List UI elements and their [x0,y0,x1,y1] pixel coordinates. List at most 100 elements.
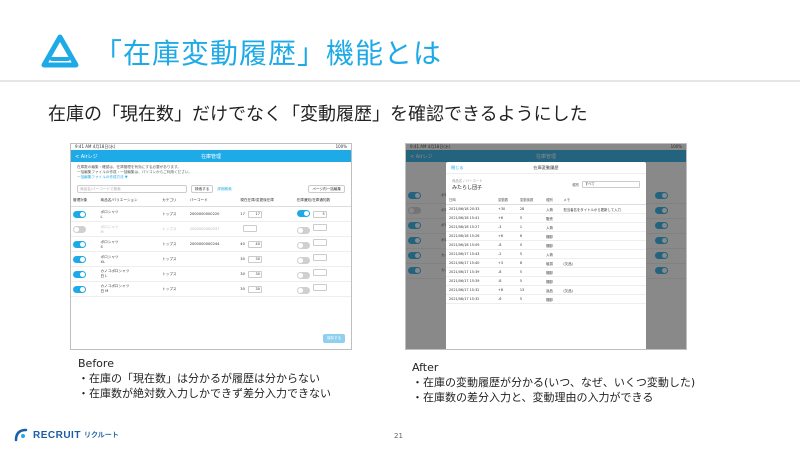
table-row: カノコボロシャツ白 L トップス 30 30 [71,266,351,282]
back-button[interactable]: < Airレジ [75,153,98,160]
history-delta: -2 [495,249,517,259]
manage-toggle[interactable] [73,285,86,293]
new-stock-input[interactable]: 30 [247,255,262,263]
notify-toggle[interactable] [296,226,310,234]
history-row: 2021/06/18 15:27 -3 1 入荷 [446,222,646,232]
table-row: ボロシャツ M トップス 2000000000037 [71,221,351,237]
history-after: 5 [516,249,544,259]
close-button[interactable]: 閉じる [451,165,464,171]
history-date: 2021/06/18 15:26 [446,231,496,241]
history-row: 2021/06/17 15:39 -8 5 棚卸 [446,267,646,277]
history-delta: -8 [495,276,517,286]
notify-count-input[interactable] [312,269,327,277]
variant: 白 M [100,289,109,293]
current-stock: 17 [240,211,245,216]
search-input[interactable]: 商品名/バーコードで検索 [77,185,187,193]
history-after: 5 [516,267,544,277]
barcode: 2000000000244 [187,236,239,252]
new-stock-input[interactable]: 17 [247,210,262,218]
notify-count-input[interactable] [312,254,327,262]
manage-toggle[interactable] [73,225,86,233]
save-button[interactable]: 保存する [323,334,345,343]
variant: XL [100,259,106,264]
history-row: 2021/06/17 15:32 -6 5 棚卸 [446,294,646,304]
search-button[interactable]: 検索する [191,185,214,193]
history-delta: -8 [495,240,517,250]
new-stock-input[interactable]: 30 [247,270,262,278]
history-modal: 閉じる 在庫変動履歴 商品名 / バーコード みたらし団子 種別 すべて 日時変… [446,162,646,349]
history-column-header: 日時 [446,195,496,205]
manage-toggle[interactable] [73,240,86,248]
barcode: 2000000000037 [187,221,239,237]
history-delta: -6 [495,294,517,304]
page-number: 21 [394,432,403,440]
history-delta: +30 [495,204,517,214]
detail-search-link[interactable]: 詳細検索 [217,187,231,192]
slide-title: 「在庫変動履歴」機能とは [94,37,443,70]
bulk-edit-button[interactable]: ページ内一括編集 [308,185,345,193]
column-header: 現在在庫/変更後在庫 [238,195,295,207]
new-stock-input[interactable] [243,225,258,232]
category: トップス [160,266,188,282]
history-row: 2021/06/17 15:43 -2 5 入荷 [446,249,646,259]
bulk-file-help-link[interactable]: 一括編集ファイルの作成方法 ▼ [77,175,345,180]
column-header: 管理対象 [71,195,99,207]
category: トップス [160,221,188,237]
history-type: 返品 [543,285,561,295]
history-table: 日時 変動数 変動後数 種別 メモ 2021/06/18 20:33 +30 28 入荷 担当者… [446,195,646,304]
notify-toggle[interactable] [296,241,310,249]
table-row: ボロシャツ XL トップス 30 30 [71,251,351,267]
search-toolbar: 商品名/バーコードで検索 検索する 詳細検索 ページ内一括編集 [71,183,351,195]
category: トップス [160,251,188,267]
notify-count-input[interactable] [312,284,327,292]
before-caption: Before ・在庫の「現在数」は分かるが履歴は分からない ・在庫数が絶対数入力… [78,357,331,400]
history-date: 2021/06/18 15:09 [446,240,496,250]
description: 在庫数の編集・確認は、在庫管理を有効にする必要があります。 一括編集ファイルの作… [71,162,351,183]
after-caption: After ・在庫の変動履歴が分かる(いつ、なぜ、いくつ変動した) ・在庫数の差… [412,361,696,404]
history-memo [560,222,646,232]
barcode [187,266,239,282]
manage-toggle[interactable] [73,255,86,263]
history-memo [560,276,646,286]
history-type: 棚卸 [543,240,561,250]
triangle-logo-icon [41,34,79,68]
screen-title: 在庫管理 [200,153,221,160]
history-delta: -3 [495,222,517,232]
notify-count-input[interactable]: 5 [312,210,327,218]
notify-toggle[interactable] [296,286,310,294]
notify-toggle[interactable] [296,210,310,218]
notify-count-input[interactable] [312,239,327,247]
manage-toggle[interactable] [73,210,86,218]
table-row: カノコボロシャツ白 M トップス 30 30 [71,281,351,297]
history-row: 2021/06/18 15:41 +6 5 販売 [446,213,646,223]
history-memo [560,294,646,304]
history-after: 8 [516,258,544,268]
type-filter-select[interactable]: すべて [582,181,640,188]
notify-toggle[interactable] [296,271,310,279]
notify-toggle[interactable] [296,256,310,264]
history-after: 13 [516,285,544,295]
history-after: 5 [516,213,544,223]
history-memo [560,240,646,250]
history-row: 2021/06/17 15:32 +8 13 返品 (欠品) [446,285,646,295]
variant: 白 L [100,274,108,278]
new-stock-input[interactable]: 40 [247,240,262,248]
after-screenshot: 9:41 AM 4月18日(水) 100% < Airレジ 在庫管理 ボロシャツ… [405,143,687,350]
history-row: 2021/06/17 15:40 +3 8 破損 (欠品) [446,258,646,268]
history-type: 破損 [543,258,561,268]
history-type: 入荷 [543,204,561,214]
history-type: 販売 [543,213,561,223]
history-date: 2021/06/17 15:39 [446,267,496,277]
current-stock: 30 [240,256,245,261]
history-after: 1 [516,222,544,232]
manage-toggle[interactable] [73,270,86,278]
history-date: 2021/06/18 20:33 [446,204,496,214]
new-stock-input[interactable]: 30 [247,285,262,293]
history-memo [560,249,646,259]
recruit-logo: RECRUIT リクルート [14,428,119,442]
history-delta: +3 [495,258,517,268]
notify-count-input[interactable] [312,224,327,232]
table-row: ボロシャツ S トップス 2000000000244 40 40 [71,236,351,252]
history-date: 2021/06/18 15:27 [446,222,496,232]
history-type: 棚卸 [543,267,561,277]
